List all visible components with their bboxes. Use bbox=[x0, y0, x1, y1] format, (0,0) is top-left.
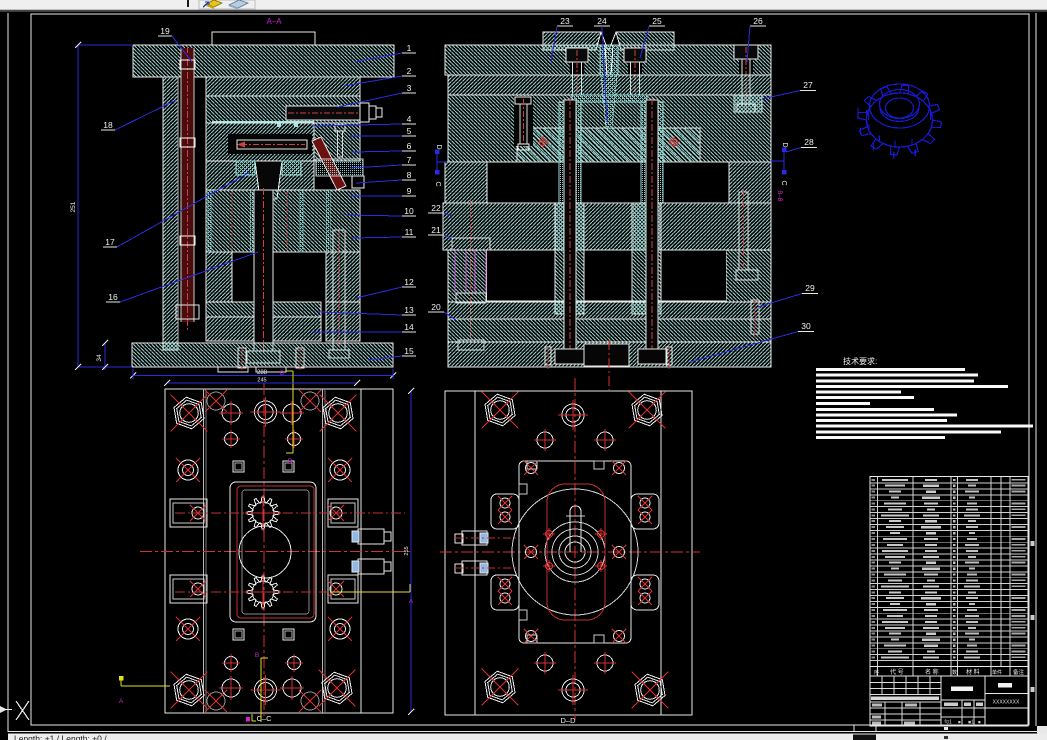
svg-text:22: 22 bbox=[431, 203, 441, 213]
svg-text:2: 2 bbox=[407, 66, 412, 76]
svg-text:251: 251 bbox=[70, 201, 77, 212]
svg-text:■: ■ bbox=[958, 720, 961, 725]
svg-text:21: 21 bbox=[431, 225, 441, 235]
svg-text:18: 18 bbox=[103, 120, 113, 130]
svg-text:4: 4 bbox=[407, 114, 412, 124]
svg-text:29: 29 bbox=[805, 283, 815, 293]
svg-text:C–C: C–C bbox=[256, 714, 272, 723]
svg-text:B: B bbox=[288, 458, 292, 465]
svg-text:备注: 备注 bbox=[1013, 668, 1025, 676]
svg-text:245: 245 bbox=[257, 378, 266, 384]
svg-text:■: ■ bbox=[978, 720, 981, 725]
svg-text:13: 13 bbox=[404, 305, 414, 315]
svg-text:XXXXXXXX: XXXXXXXX bbox=[993, 700, 1020, 706]
svg-text:25: 25 bbox=[652, 16, 662, 26]
svg-text:B: B bbox=[255, 652, 259, 659]
svg-text:6: 6 bbox=[407, 141, 412, 151]
svg-text:24: 24 bbox=[597, 16, 607, 26]
svg-text:1: 1 bbox=[407, 43, 412, 53]
svg-text:C: C bbox=[780, 180, 787, 185]
svg-text:代 号: 代 号 bbox=[890, 668, 904, 676]
svg-text:16: 16 bbox=[108, 292, 118, 302]
svg-text:12: 12 bbox=[404, 277, 414, 287]
svg-text:23: 23 bbox=[560, 16, 570, 26]
svg-text:20: 20 bbox=[431, 302, 441, 312]
svg-text:数: 数 bbox=[952, 669, 957, 676]
svg-text:C: C bbox=[434, 181, 441, 186]
svg-text:9: 9 bbox=[407, 186, 412, 196]
svg-text:288: 288 bbox=[257, 370, 268, 376]
svg-text:255: 255 bbox=[404, 546, 410, 555]
svg-text:28: 28 bbox=[804, 137, 814, 147]
svg-text:技术要求:: 技术要求: bbox=[843, 356, 877, 366]
svg-text:B–B: B–B bbox=[776, 190, 782, 201]
svg-text:15: 15 bbox=[404, 346, 414, 356]
svg-text:5: 5 bbox=[407, 126, 412, 136]
svg-text:名 称: 名 称 bbox=[925, 668, 939, 676]
svg-text:7: 7 bbox=[407, 155, 412, 165]
svg-text:材 料: 材 料 bbox=[966, 668, 980, 676]
svg-text:勻1: 勻1 bbox=[944, 719, 952, 726]
svg-text:3: 3 bbox=[407, 83, 412, 93]
svg-text:14: 14 bbox=[404, 322, 414, 332]
svg-text:单件: 单件 bbox=[992, 669, 1002, 676]
svg-text:11: 11 bbox=[405, 227, 414, 237]
svg-text:A–A: A–A bbox=[266, 17, 282, 26]
svg-text:D: D bbox=[435, 144, 442, 149]
svg-text:26: 26 bbox=[753, 16, 763, 26]
svg-text:D: D bbox=[781, 142, 788, 147]
svg-text:8: 8 bbox=[407, 170, 412, 180]
svg-text:序: 序 bbox=[874, 669, 879, 676]
svg-text:17: 17 bbox=[105, 237, 115, 247]
svg-text:27: 27 bbox=[803, 80, 813, 90]
svg-text:B: B bbox=[280, 371, 284, 377]
svg-text:A: A bbox=[119, 698, 124, 705]
svg-text:19: 19 bbox=[160, 26, 170, 36]
svg-text:10: 10 bbox=[404, 206, 414, 216]
svg-text:Length: +1 / Length: +0 /: Length: +1 / Length: +0 / bbox=[14, 734, 107, 740]
svg-text:D–D: D–D bbox=[560, 716, 576, 725]
svg-text:34: 34 bbox=[96, 354, 103, 362]
svg-text:30: 30 bbox=[801, 321, 811, 331]
svg-text:■1: ■1 bbox=[968, 720, 974, 726]
